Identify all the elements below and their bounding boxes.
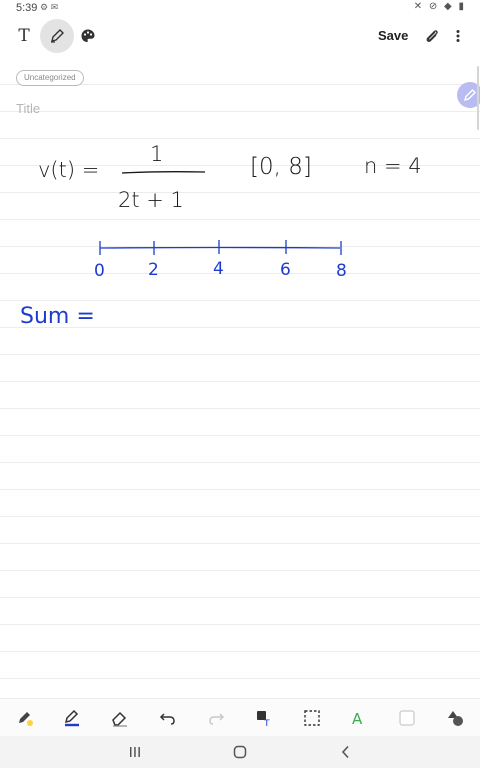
ink-interval: [0, 8] [250,154,312,180]
ink-tick-label: 4 [213,259,224,279]
ink-fraction-bar [121,171,206,174]
text-mode-button[interactable]: T [8,20,40,52]
ink-tick-label: 0 [94,261,105,281]
ink-number-line [99,246,341,249]
ink-sum-label: Sum = [20,304,95,329]
shape-icon[interactable]: A [349,708,369,728]
ink-tick-label: 2 [148,260,159,280]
notification-icons: ⚙ ✉ [40,2,59,12]
pen-icon [463,89,476,102]
note-canvas[interactable]: Uncategorized Title v(t) = 1 2t + 1 [0, … [0,58,480,698]
recents-icon[interactable] [127,744,143,760]
pen-toolbar: T A [0,698,480,737]
top-toolbar: T Save [0,16,480,56]
svg-text:A: A [352,710,363,728]
save-button[interactable]: Save [378,28,408,43]
clock: 5:39 [16,2,38,14]
navigation-bar [0,736,480,768]
pen-settings-icon[interactable] [15,708,35,728]
pen-icon [51,29,64,43]
ink-n-value: n = 4 [364,154,422,178]
more-vertical-icon [456,30,460,42]
shapes-icon[interactable] [445,708,465,728]
handwriting-mode-button[interactable] [40,19,74,53]
pen-icon[interactable] [62,708,82,728]
palette-icon [81,29,95,42]
home-icon[interactable] [232,744,248,760]
selection-icon[interactable] [302,708,322,728]
ink-tick-label: 6 [280,260,291,280]
text-mode-icon: T [18,26,30,46]
status-bar: 5:39 ⚙ ✉ ✕ ⊘ ◆ ▮ [0,0,480,16]
eraser-icon[interactable] [110,708,130,728]
ink-tick-label: 8 [336,261,347,281]
scrollbar[interactable] [477,66,479,130]
paperclip-icon [426,30,438,42]
ink-denominator: 2t + 1 [118,188,184,212]
text-convert-icon[interactable]: T [254,708,274,728]
square-icon[interactable] [397,708,417,728]
more-options-button[interactable] [442,20,474,52]
redo-icon[interactable] [206,708,226,728]
drawing-mode-button[interactable] [72,20,104,52]
undo-icon[interactable] [158,708,178,728]
system-status-icons: ✕ ⊘ ◆ ▮ [413,1,466,12]
back-icon[interactable] [338,744,354,760]
svg-text:T: T [263,719,270,728]
